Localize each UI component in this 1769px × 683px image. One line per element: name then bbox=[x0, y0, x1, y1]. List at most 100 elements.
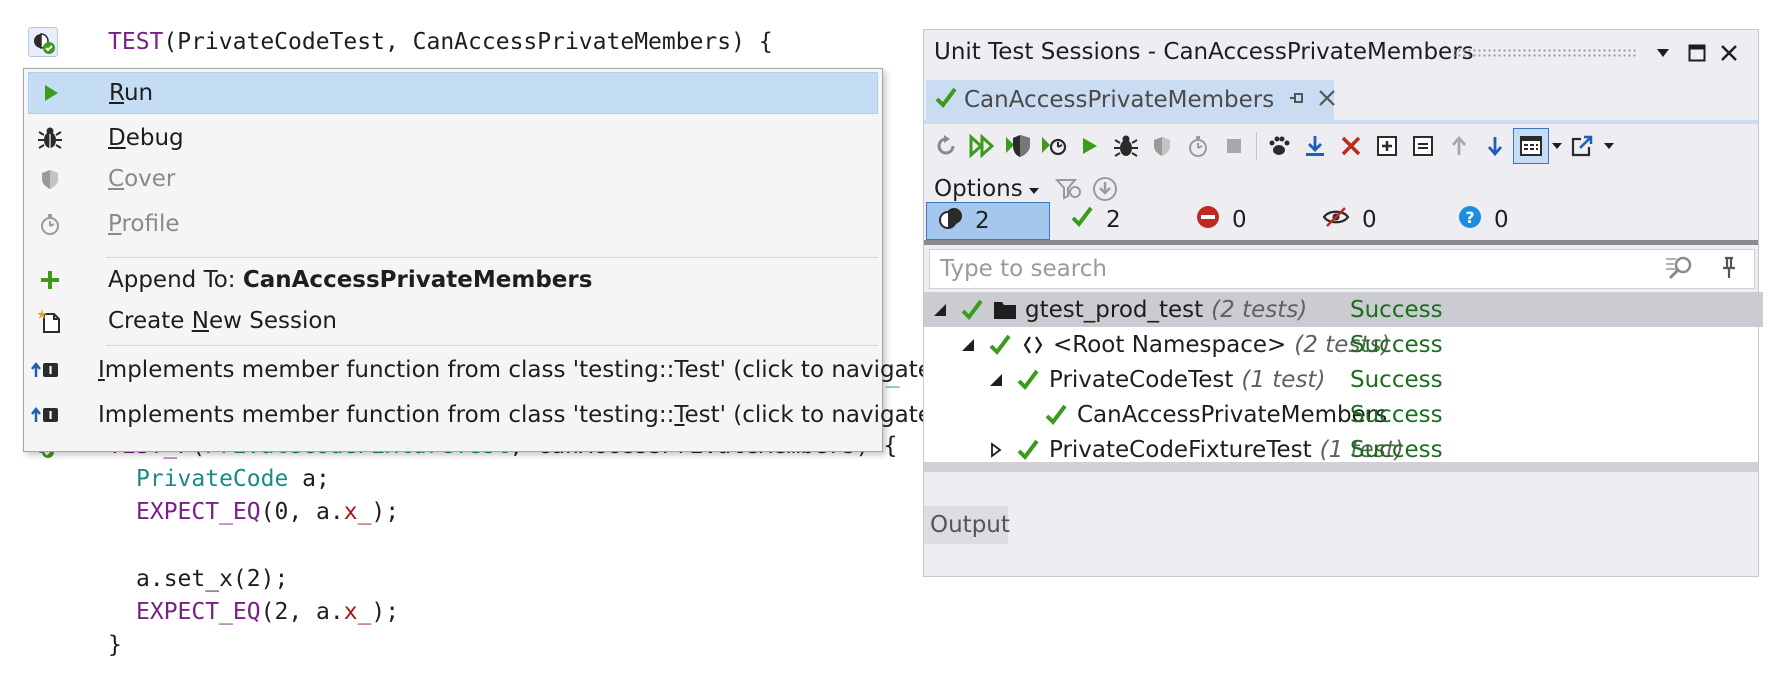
menu-item-implements-1[interactable]: I Implements member function from class … bbox=[28, 350, 941, 390]
collapse-all-icon[interactable] bbox=[1405, 128, 1441, 164]
expect-macro: EXPECT_EQ bbox=[136, 499, 261, 525]
code-line-6: EXPECT_EQ(2, a.x_); bbox=[136, 597, 399, 627]
code-text: (2, a. bbox=[260, 599, 344, 625]
code-text: ); bbox=[371, 599, 400, 625]
code-line-7: } bbox=[108, 630, 122, 660]
profile-icon bbox=[30, 204, 70, 244]
run-all-icon[interactable] bbox=[964, 128, 1000, 164]
counter-ignored[interactable]: 0 bbox=[1314, 202, 1424, 238]
previous-icon[interactable] bbox=[1441, 128, 1477, 164]
autoscroll-down-icon[interactable] bbox=[1297, 128, 1333, 164]
code-text: a; bbox=[288, 466, 330, 492]
menu-item-label: Implements member function from class 't… bbox=[98, 357, 941, 383]
window-title-bar[interactable]: Unit Test Sessions - CanAccessPrivateMem… bbox=[924, 30, 1758, 76]
drag-grip[interactable] bbox=[1452, 48, 1638, 58]
counter-total[interactable]: 2 bbox=[926, 202, 1050, 240]
menu-item-profile[interactable]: Profile bbox=[28, 204, 876, 244]
counter-failed[interactable]: 0 bbox=[1186, 202, 1296, 238]
window-title: Unit Test Sessions - CanAccessPrivateMem… bbox=[934, 39, 1474, 65]
code-line-3: PrivateCode a; bbox=[136, 464, 330, 494]
session-tab[interactable]: CanAccessPrivateMembers bbox=[926, 80, 1336, 120]
tree-row[interactable]: PrivateCodeTest (1 test) Success bbox=[924, 362, 1769, 397]
maximize-icon[interactable] bbox=[1684, 40, 1710, 66]
tree-row[interactable]: <Root Namespace> (2 tests) Success bbox=[924, 327, 1769, 362]
menu-item-cover[interactable]: Cover bbox=[28, 159, 876, 199]
implements-icon: I bbox=[30, 395, 60, 435]
gutter-test-icon[interactable] bbox=[28, 27, 58, 57]
export-dropdown-icon[interactable] bbox=[1601, 128, 1617, 164]
tree-node-name: <Root Namespace> bbox=[1053, 331, 1287, 358]
pin-icon[interactable] bbox=[1288, 89, 1306, 111]
output-tab-label: Output bbox=[930, 512, 1010, 538]
unknown-icon: ? bbox=[1458, 205, 1482, 235]
expand-all-icon[interactable] bbox=[1369, 128, 1405, 164]
plus-icon bbox=[30, 260, 70, 300]
cover-icon[interactable] bbox=[1144, 128, 1180, 164]
menu-item-label: Debug bbox=[108, 125, 184, 151]
profile-all-icon[interactable] bbox=[1036, 128, 1072, 164]
namespace-icon bbox=[1019, 334, 1047, 356]
counter-passed[interactable]: 2 bbox=[1062, 202, 1172, 238]
export-icon[interactable] bbox=[1565, 128, 1601, 164]
search-input[interactable] bbox=[938, 254, 1582, 284]
check-icon bbox=[957, 298, 987, 322]
expect-macro: EXPECT_EQ bbox=[136, 599, 261, 625]
tree-row[interactable]: gtest_prod_test (2 tests) Success bbox=[924, 292, 1763, 327]
code-text: ); bbox=[371, 499, 400, 525]
unit-test-sessions-window: Unit Test Sessions - CanAccessPrivateMem… bbox=[923, 29, 1763, 577]
remove-icon[interactable] bbox=[1333, 128, 1369, 164]
type-name: PrivateCode bbox=[136, 466, 289, 492]
expanded-triangle-icon[interactable] bbox=[929, 302, 951, 318]
menu-item-debug[interactable]: Debug bbox=[28, 118, 876, 158]
collapsed-triangle-icon[interactable] bbox=[985, 441, 1007, 458]
chevron-down-icon[interactable] bbox=[1028, 180, 1039, 199]
run-icon[interactable] bbox=[1072, 128, 1108, 164]
next-icon[interactable] bbox=[1477, 128, 1513, 164]
expanded-triangle-icon[interactable] bbox=[957, 337, 979, 353]
search-options-icon[interactable] bbox=[1664, 254, 1694, 286]
tree-row[interactable]: CanAccessPrivateMembers Success bbox=[924, 397, 1769, 432]
expanded-triangle-icon[interactable] bbox=[985, 372, 1007, 388]
menu-item-label: Profile bbox=[108, 211, 180, 237]
cover-icon bbox=[30, 159, 70, 199]
menu-item-create-new-session[interactable]: Create New Session bbox=[28, 301, 876, 341]
svg-text:I: I bbox=[48, 364, 52, 377]
folder-icon bbox=[991, 299, 1019, 321]
menu-item-run[interactable]: Run bbox=[28, 72, 878, 114]
stop-icon[interactable] bbox=[1216, 128, 1252, 164]
menu-item-append-to[interactable]: Append To: CanAccessPrivateMembers bbox=[28, 260, 876, 300]
menu-item-implements-2[interactable]: I Implements member function from class … bbox=[28, 395, 941, 435]
code-line-5: a.set_x(2); bbox=[136, 564, 288, 594]
context-menu: Run Debug Cover Profile Append To: CanAc… bbox=[23, 68, 941, 452]
track-running-icon[interactable] bbox=[1261, 128, 1297, 164]
output-tab[interactable]: Output bbox=[924, 506, 1010, 544]
splitter[interactable] bbox=[924, 462, 1758, 472]
close-icon[interactable] bbox=[1716, 40, 1742, 66]
run-icon bbox=[31, 73, 71, 113]
passed-count: 2 bbox=[1106, 207, 1121, 233]
layout-dropdown-icon[interactable] bbox=[1549, 128, 1565, 164]
code-line-4: EXPECT_EQ(0, a.x_); bbox=[136, 497, 399, 527]
cover-all-icon[interactable] bbox=[1000, 128, 1036, 164]
tab-underline bbox=[924, 120, 1758, 124]
pin-icon[interactable] bbox=[1720, 256, 1738, 284]
tree-node-count: (1 test) bbox=[1241, 366, 1326, 393]
tree-node-name: PrivateCodeFixtureTest bbox=[1049, 436, 1312, 463]
counter-unknown[interactable]: ? 0 bbox=[1444, 202, 1554, 238]
layout-icon[interactable] bbox=[1513, 128, 1549, 164]
tab-label: CanAccessPrivateMembers bbox=[964, 87, 1275, 113]
dropdown-arrow-icon[interactable] bbox=[1650, 40, 1676, 66]
tab-close-icon[interactable] bbox=[1318, 89, 1336, 111]
options-dropdown[interactable]: Options bbox=[934, 176, 1023, 202]
code-text: } bbox=[108, 632, 122, 658]
code-text: a.set_x(2); bbox=[136, 566, 289, 592]
svg-text:I: I bbox=[48, 409, 52, 422]
menu-item-label: Implements member function from class 't… bbox=[98, 402, 941, 428]
failed-count: 0 bbox=[1232, 207, 1247, 233]
tree-node-status: Success bbox=[1350, 331, 1443, 358]
refresh-icon[interactable] bbox=[928, 128, 964, 164]
profile-icon[interactable] bbox=[1180, 128, 1216, 164]
tree-node-name: PrivateCodeTest bbox=[1049, 366, 1234, 393]
code-line-1: TEST(PrivateCodeTest, CanAccessPrivateMe… bbox=[108, 27, 773, 57]
debug-icon[interactable] bbox=[1108, 128, 1144, 164]
